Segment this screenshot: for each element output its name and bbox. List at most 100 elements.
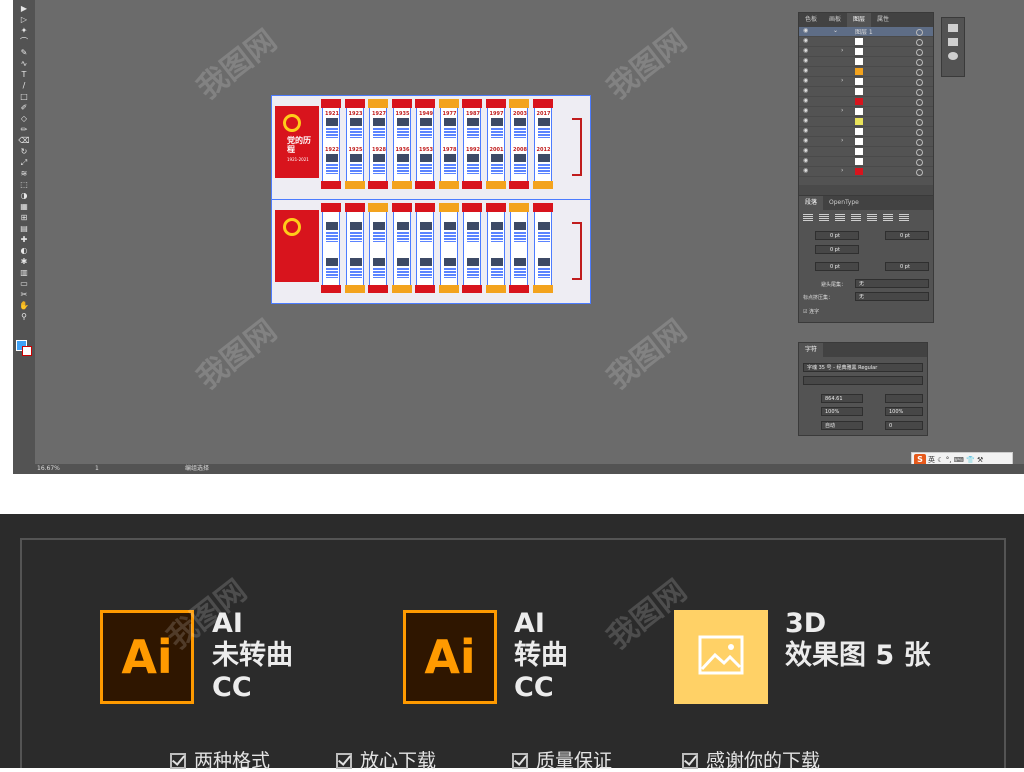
artboard-number[interactable]: 1 <box>95 464 99 474</box>
pencil-tool-icon[interactable]: ✏ <box>17 125 31 134</box>
right-indent-field[interactable]: 0 pt <box>885 231 929 240</box>
visibility-eye-icon[interactable]: ◉ <box>803 147 808 154</box>
timeline-column[interactable]: 1977 1978 <box>438 99 459 189</box>
sublayer-row[interactable]: ◉ <box>799 57 933 67</box>
sublayer-row[interactable]: ◉ <box>799 97 933 107</box>
layer-name[interactable]: 图层 1 <box>855 27 873 36</box>
selection-tool-icon[interactable]: ▶ <box>17 4 31 13</box>
timeline-column[interactable] <box>415 203 435 293</box>
blend-tool-icon[interactable]: ◐ <box>17 246 31 255</box>
tab-artboards[interactable]: 画板 <box>823 13 847 27</box>
type-tool-icon[interactable]: T <box>17 70 31 79</box>
pen-tool-icon[interactable]: ✎ <box>17 48 31 57</box>
font-family-select[interactable]: 字魂 35 号 - 经典雅黑 Regular <box>803 363 923 372</box>
align-right-icon[interactable] <box>835 214 845 222</box>
line-tool-icon[interactable]: / <box>17 81 31 90</box>
sublayer-row[interactable]: ◉ <box>799 127 933 137</box>
justify-left-icon[interactable] <box>851 214 861 222</box>
visibility-eye-icon[interactable]: ◉ <box>803 167 808 174</box>
timeline-column[interactable]: 1949 1953 <box>415 99 435 189</box>
kinsoku-select[interactable]: 无 <box>855 279 929 288</box>
properties-icon[interactable] <box>948 24 958 32</box>
rotate-tool-icon[interactable]: ↻ <box>17 147 31 156</box>
timeline-column[interactable]: 2003 2008 <box>509 99 529 189</box>
symbol-sprayer-tool-icon[interactable]: ✱ <box>17 257 31 266</box>
keyboard-icon[interactable]: ⌨ <box>951 456 966 464</box>
appearance-icon[interactable] <box>948 52 958 60</box>
left-indent-field[interactable]: 0 pt <box>815 231 859 240</box>
vertical-scale-field[interactable]: 100% <box>821 407 863 416</box>
visibility-eye-icon[interactable]: ◉ <box>803 77 808 84</box>
visibility-eye-icon[interactable]: ◉ <box>803 47 808 54</box>
font-style-select[interactable] <box>803 376 923 385</box>
zoom-tool-icon[interactable]: ⚲ <box>17 312 31 321</box>
target-circle-icon[interactable] <box>916 129 923 136</box>
artboard-bottom[interactable] <box>271 199 591 304</box>
visibility-eye-icon[interactable]: ◉ <box>803 97 808 104</box>
justify-all-icon[interactable] <box>899 214 909 222</box>
timeline-column[interactable] <box>391 203 412 293</box>
artboard-tool-icon[interactable]: ▭ <box>17 279 31 288</box>
sublayer-row[interactable]: ◉ › <box>799 77 933 87</box>
justify-center-icon[interactable] <box>867 214 877 222</box>
timeline-column[interactable] <box>321 203 341 293</box>
paintbrush-tool-icon[interactable]: ✐ <box>17 103 31 112</box>
expand-chevron-icon[interactable]: › <box>841 77 843 84</box>
lasso-tool-icon[interactable]: ⌒ <box>17 37 31 46</box>
column-graph-tool-icon[interactable]: ▥ <box>17 268 31 277</box>
target-circle-icon[interactable] <box>916 139 923 146</box>
perspective-grid-tool-icon[interactable]: ▦ <box>17 202 31 211</box>
mojikumi-select[interactable]: 无 <box>855 292 929 301</box>
visibility-eye-icon[interactable]: ◉ <box>803 57 808 64</box>
magic-wand-tool-icon[interactable]: ✦ <box>17 26 31 35</box>
timeline-column[interactable] <box>532 203 553 293</box>
free-transform-tool-icon[interactable]: ⬚ <box>17 180 31 189</box>
scale-tool-icon[interactable]: ⤢ <box>17 158 31 167</box>
target-circle-icon[interactable] <box>916 59 923 66</box>
visibility-eye-icon[interactable]: ◉ <box>803 137 808 144</box>
shape-builder-tool-icon[interactable]: ◑ <box>17 191 31 200</box>
expand-chevron-icon[interactable]: › <box>841 167 843 174</box>
sublayer-row[interactable]: ◉ <box>799 87 933 97</box>
tracking-field[interactable]: 0 <box>885 421 923 430</box>
horizontal-scale-field[interactable]: 100% <box>885 407 923 416</box>
target-circle-icon[interactable] <box>916 39 923 46</box>
sublayer-row[interactable]: ◉ › <box>799 107 933 117</box>
artboard-top[interactable]: 党的历程 1921-2021 1921 1922 1923 1925 1927 1928 1… <box>271 95 591 200</box>
target-circle-icon[interactable] <box>916 99 923 106</box>
timeline-column[interactable]: 1987 1992 <box>462 99 482 189</box>
justify-right-icon[interactable] <box>883 214 893 222</box>
space-after-field[interactable]: 0 pt <box>885 262 929 271</box>
align-left-icon[interactable] <box>803 214 813 222</box>
target-circle-icon[interactable] <box>916 169 923 176</box>
tab-layers[interactable]: 图层 <box>847 13 872 27</box>
ime-language[interactable]: 英 <box>928 456 935 464</box>
timeline-column[interactable]: 1997 2001 <box>485 99 506 189</box>
sublayer-row[interactable]: ◉ <box>799 67 933 77</box>
timeline-column[interactable] <box>509 203 529 293</box>
zoom-select[interactable]: 16.67% <box>37 464 60 474</box>
target-circle-icon[interactable] <box>916 79 923 86</box>
target-circle-icon[interactable] <box>916 69 923 76</box>
target-circle-icon[interactable] <box>916 109 923 116</box>
align-center-icon[interactable] <box>819 214 829 222</box>
timeline-column[interactable]: 1921 1922 <box>321 99 341 189</box>
sublayer-row[interactable]: ◉ <box>799 157 933 167</box>
timeline-column[interactable]: 1927 1928 <box>368 99 388 189</box>
leading-field[interactable] <box>885 394 923 403</box>
skin-icon[interactable]: 👕 <box>966 456 975 464</box>
timeline-column[interactable] <box>438 203 459 293</box>
timeline-column[interactable]: 1935 1936 <box>391 99 412 189</box>
tab-swatches[interactable]: 色板 <box>799 13 823 27</box>
slice-tool-icon[interactable]: ✂ <box>17 290 31 299</box>
sublayer-row[interactable]: ◉ <box>799 37 933 47</box>
eraser-tool-icon[interactable]: ⌫ <box>17 136 31 145</box>
curvature-tool-icon[interactable]: ∿ <box>17 59 31 68</box>
timeline-column[interactable] <box>462 203 482 293</box>
tab-character[interactable]: 字符 <box>799 343 824 357</box>
target-circle-icon[interactable] <box>916 89 923 96</box>
timeline-column[interactable] <box>344 203 365 293</box>
mesh-tool-icon[interactable]: ⊞ <box>17 213 31 222</box>
tab-opentype[interactable]: OpenType <box>823 196 865 210</box>
tools-icon[interactable]: ⚒ <box>975 456 983 464</box>
